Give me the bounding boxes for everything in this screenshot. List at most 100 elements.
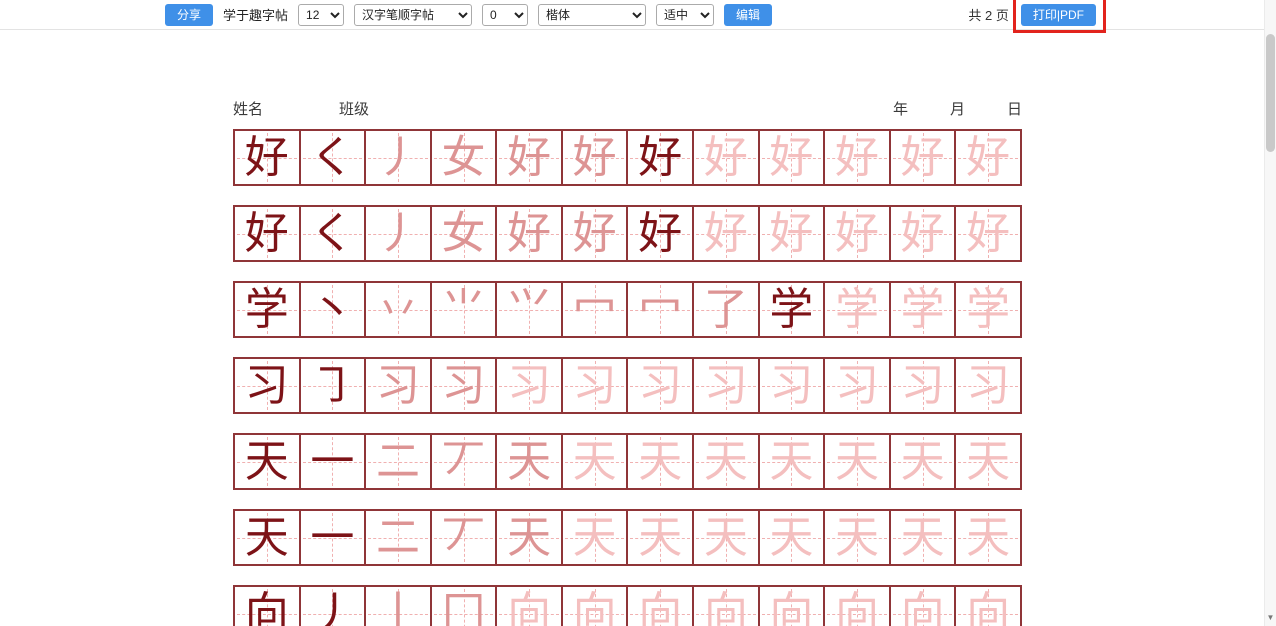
edit-button[interactable]: 编辑 — [724, 4, 772, 26]
practice-char: 习 — [366, 359, 430, 412]
practice-char: 好 — [563, 131, 627, 184]
toolbar-right-group: 共 2 页 打印|PDF — [968, 4, 1096, 26]
grid-cell: 二 — [364, 435, 430, 488]
grid-cell: 学 — [235, 283, 299, 336]
practice-char: 好 — [235, 131, 299, 184]
offset-select[interactable]: 0 — [482, 4, 528, 26]
practice-char: 习 — [432, 359, 496, 412]
practice-char: 天 — [235, 435, 299, 488]
character-row: 习㇆习习习习习习习习习习 — [233, 357, 1022, 414]
practice-char: 天 — [628, 511, 692, 564]
grid-cell: 习 — [430, 359, 496, 412]
grid-cell: 天 — [692, 435, 758, 488]
grid-cell: 好 — [626, 131, 692, 184]
practice-char: 好 — [760, 207, 824, 260]
practice-char: 学 — [825, 283, 889, 336]
practice-char: 天 — [956, 435, 1020, 488]
practice-char: 一 — [301, 511, 365, 564]
site-title: 学于趣字帖 — [223, 5, 288, 24]
font-family-select[interactable]: 楷体 — [538, 4, 646, 26]
practice-char: 天 — [760, 511, 824, 564]
grid-cell: 丆 — [430, 435, 496, 488]
practice-char: 二 — [366, 435, 430, 488]
grid-cell: ⺍ — [495, 283, 561, 336]
grid-cell: 向 — [823, 587, 889, 626]
practice-char: く — [301, 207, 365, 260]
print-pdf-wrap: 打印|PDF — [1021, 4, 1096, 26]
practice-char: 学 — [891, 283, 955, 336]
grid-cell: 学 — [823, 283, 889, 336]
toolbar-left-group: 分享 学于趣字帖 12 汉字笔顺字帖 0 楷体 适中 编辑 — [165, 4, 772, 26]
practice-char: 天 — [956, 511, 1020, 564]
grid-cell: 习 — [495, 359, 561, 412]
practice-char: 了 — [694, 283, 758, 336]
practice-char: 向 — [956, 587, 1020, 626]
grid-cell: 好 — [626, 207, 692, 260]
print-pdf-button[interactable]: 打印|PDF — [1021, 4, 1096, 26]
grid-cell: 天 — [823, 435, 889, 488]
grid-cell: 习 — [235, 359, 299, 412]
practice-char: 丶 — [301, 283, 365, 336]
practice-char: 好 — [497, 207, 561, 260]
practice-char: 习 — [891, 359, 955, 412]
spacing-select[interactable]: 适中 — [656, 4, 714, 26]
practice-char: 习 — [825, 359, 889, 412]
character-row: 好く丿女好好好好好好好好 — [233, 129, 1022, 186]
scrollbar-thumb[interactable] — [1266, 34, 1275, 152]
practice-char: 学 — [760, 283, 824, 336]
grid-cell: 好 — [823, 131, 889, 184]
practice-char: 好 — [956, 131, 1020, 184]
grid-cell: 习 — [758, 359, 824, 412]
grid-cell: 天 — [758, 511, 824, 564]
grid-cell: 天 — [692, 511, 758, 564]
grid-cell: 丿 — [364, 131, 430, 184]
sheet-type-select[interactable]: 汉字笔顺字帖 — [354, 4, 472, 26]
grid-cell: く — [299, 207, 365, 260]
grid-cell: 冖 — [561, 283, 627, 336]
practice-char: 向 — [694, 587, 758, 626]
practice-char: 好 — [825, 207, 889, 260]
practice-char: 天 — [497, 511, 561, 564]
practice-char: 向 — [235, 587, 299, 626]
grid-cell: 好 — [495, 131, 561, 184]
grid-cell: 丶 — [299, 283, 365, 336]
practice-char: 天 — [497, 435, 561, 488]
practice-char: ⺌ — [432, 283, 496, 336]
grid-cell: 习 — [561, 359, 627, 412]
practice-char: 丨 — [366, 587, 430, 626]
grid-cell: 一 — [299, 435, 365, 488]
practice-char: 好 — [235, 207, 299, 260]
practice-char: 天 — [825, 511, 889, 564]
grid-cell: 好 — [235, 131, 299, 184]
grid-cell: 天 — [889, 511, 955, 564]
font-size-select[interactable]: 12 — [298, 4, 344, 26]
practice-char: 好 — [628, 131, 692, 184]
grid-cell: 学 — [758, 283, 824, 336]
practice-char: 好 — [956, 207, 1020, 260]
grid-cell: 天 — [626, 435, 692, 488]
practice-char: 好 — [563, 207, 627, 260]
practice-char: 好 — [891, 207, 955, 260]
grid-cell: 一 — [299, 511, 365, 564]
practice-char: 习 — [497, 359, 561, 412]
grid-cell: 好 — [823, 207, 889, 260]
scrollbar[interactable]: ▼ — [1264, 0, 1276, 626]
grid-cell: 向 — [626, 587, 692, 626]
grid-cell: 习 — [823, 359, 889, 412]
scroll-down-button[interactable]: ▼ — [1265, 612, 1276, 624]
practice-char: 习 — [235, 359, 299, 412]
practice-char: 天 — [694, 511, 758, 564]
name-label: 姓名 — [233, 98, 263, 119]
grid-cell: 天 — [823, 511, 889, 564]
practice-char: ㇆ — [301, 359, 365, 412]
grid-cell: 向 — [235, 587, 299, 626]
practice-char: 天 — [563, 511, 627, 564]
class-label: 班级 — [339, 98, 369, 119]
practice-char: 向 — [563, 587, 627, 626]
share-button[interactable]: 分享 — [165, 4, 213, 26]
practice-char: 天 — [891, 435, 955, 488]
grid-cell: 学 — [954, 283, 1020, 336]
practice-char: 二 — [366, 511, 430, 564]
grid-cell: 习 — [954, 359, 1020, 412]
grid-cell: 向 — [692, 587, 758, 626]
